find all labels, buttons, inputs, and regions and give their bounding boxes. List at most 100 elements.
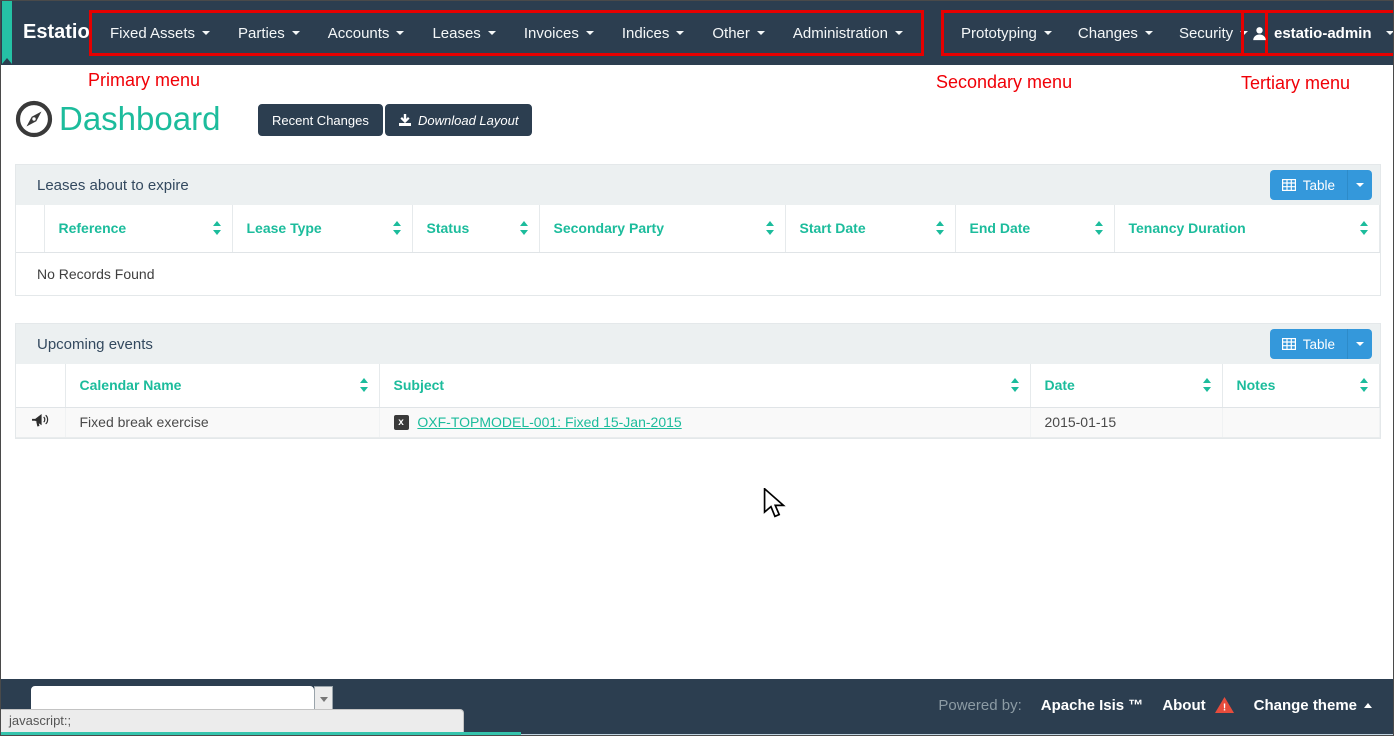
events-table-view-button[interactable]: Table	[1270, 329, 1372, 359]
megaphone-icon	[31, 413, 49, 428]
events-header-row: Calendar Name Subject Date Notes	[16, 364, 1380, 407]
nav-changes[interactable]: Changes	[1065, 25, 1166, 42]
table-icon	[1282, 179, 1296, 191]
column-header-reference[interactable]: Reference	[44, 205, 232, 252]
column-header-spacer	[16, 205, 44, 252]
footer: Powered by: Apache Isis ™ About ! Change…	[1, 679, 1393, 736]
chevron-down-icon	[1145, 31, 1153, 35]
events-panel-header: Upcoming events Table	[16, 324, 1380, 364]
bookmark-ribbon-icon	[2, 1, 12, 58]
nav-label: Security	[1179, 25, 1233, 42]
footer-links: Powered by: Apache Isis ™ About ! Change…	[938, 679, 1372, 731]
tertiary-menu-annotation-label: Tertiary menu	[1241, 73, 1350, 94]
event-source-badge[interactable]: x	[394, 415, 409, 430]
sort-icon[interactable]	[1011, 378, 1020, 392]
sort-icon[interactable]	[1360, 221, 1369, 235]
chevron-down-icon	[488, 31, 496, 35]
about-label: About	[1162, 697, 1205, 714]
event-subject-link[interactable]: OXF-TOPMODEL-001: Fixed 15-Jan-2015	[417, 414, 681, 430]
nav-indices[interactable]: Indices	[608, 25, 699, 42]
nav-other[interactable]: Other	[698, 25, 779, 42]
events-panel-title: Upcoming events	[37, 336, 153, 353]
event-table-row: Fixed break exercise x OXF-TOPMODEL-001:…	[16, 407, 1380, 437]
nav-administration[interactable]: Administration	[779, 25, 917, 42]
leases-panel-title: Leases about to expire	[37, 177, 189, 194]
change-theme-label: Change theme	[1254, 697, 1357, 714]
recent-changes-button[interactable]: Recent Changes	[258, 104, 383, 136]
sort-icon[interactable]	[393, 221, 402, 235]
primary-menu-annotation-label: Primary menu	[88, 70, 200, 91]
browser-status-bar: javascript:;	[1, 709, 464, 732]
download-layout-button[interactable]: Download Layout	[385, 104, 532, 136]
column-header-start-date[interactable]: Start Date	[785, 205, 955, 252]
secondary-menu-annotation-label: Secondary menu	[936, 72, 1072, 93]
nav-leases[interactable]: Leases	[418, 25, 509, 42]
column-header-calendar-name[interactable]: Calendar Name	[65, 364, 379, 407]
nav-label: Invoices	[524, 25, 579, 42]
sort-icon[interactable]	[1203, 378, 1212, 392]
sort-icon[interactable]	[520, 221, 529, 235]
warning-icon: !	[1214, 696, 1235, 714]
apache-isis-link[interactable]: Apache Isis ™	[1041, 697, 1144, 714]
sort-icon[interactable]	[213, 221, 222, 235]
nav-invoices[interactable]: Invoices	[510, 25, 608, 42]
about-link[interactable]: About !	[1162, 696, 1234, 714]
nav-label: Leases	[432, 25, 480, 42]
nav-parties[interactable]: Parties	[224, 25, 314, 42]
nav-label: Parties	[238, 25, 285, 42]
column-header-date[interactable]: Date	[1030, 364, 1222, 407]
leases-table-view-button[interactable]: Table	[1270, 170, 1372, 200]
nav-fixed-assets[interactable]: Fixed Assets	[96, 25, 224, 42]
primary-menu-annotation-box: Fixed Assets Parties Accounts Leases Inv…	[89, 10, 924, 56]
sort-icon[interactable]	[1095, 221, 1104, 235]
sort-icon[interactable]	[360, 378, 369, 392]
no-records-text: No Records Found	[16, 252, 1380, 295]
column-header-tenancy-duration[interactable]: Tenancy Duration	[1114, 205, 1380, 252]
chevron-down-icon	[1356, 183, 1364, 187]
table-button-label: Table	[1303, 337, 1335, 352]
download-layout-label: Download Layout	[418, 113, 518, 128]
estatio-dashboard-screen: Estatio Fixed Assets Parties Accounts Le…	[0, 0, 1394, 736]
chevron-down-icon	[757, 31, 765, 35]
event-subject-cell: x OXF-TOPMODEL-001: Fixed 15-Jan-2015	[379, 407, 1030, 437]
column-header-lease-type[interactable]: Lease Type	[232, 205, 412, 252]
user-menu[interactable]: estatio-admin	[1252, 25, 1394, 42]
nav-accounts[interactable]: Accounts	[314, 25, 419, 42]
leases-panel: Leases about to expire Table	[15, 164, 1381, 296]
bottom-teal-strip	[1, 732, 521, 736]
nav-label: Other	[712, 25, 750, 42]
event-date: 2015-01-15	[1030, 407, 1222, 437]
top-navbar: Estatio Fixed Assets Parties Accounts Le…	[1, 1, 1393, 65]
column-header-spacer	[16, 364, 65, 407]
table-view-dropdown[interactable]	[1347, 329, 1372, 359]
column-header-secondary-party[interactable]: Secondary Party	[539, 205, 785, 252]
events-table: Calendar Name Subject Date Notes	[16, 364, 1380, 438]
sort-icon[interactable]	[766, 221, 775, 235]
nav-prototyping[interactable]: Prototyping	[948, 25, 1065, 42]
table-view-dropdown[interactable]	[1347, 170, 1372, 200]
page-header: Dashboard	[14, 99, 220, 139]
nav-label: Fixed Assets	[110, 25, 195, 42]
chevron-down-icon	[396, 31, 404, 35]
column-header-end-date[interactable]: End Date	[955, 205, 1114, 252]
sort-icon[interactable]	[936, 221, 945, 235]
no-records-row: No Records Found	[16, 252, 1380, 295]
user-name: estatio-admin	[1274, 25, 1372, 42]
nav-label: Changes	[1078, 25, 1138, 42]
chevron-down-icon	[202, 31, 210, 35]
app-brand[interactable]: Estatio	[23, 1, 90, 65]
nav-label: Indices	[622, 25, 670, 42]
svg-text:!: !	[1222, 703, 1225, 714]
tertiary-menu-annotation-box: estatio-admin	[1241, 10, 1394, 56]
user-icon	[1252, 26, 1267, 41]
mouse-cursor	[763, 488, 789, 520]
page-title: Dashboard	[59, 100, 220, 138]
column-header-notes[interactable]: Notes	[1222, 364, 1380, 407]
sort-icon[interactable]	[1360, 378, 1369, 392]
column-header-status[interactable]: Status	[412, 205, 539, 252]
events-panel: Upcoming events Table	[15, 323, 1381, 439]
nav-label: Prototyping	[961, 25, 1037, 42]
event-icon-cell	[16, 407, 65, 437]
column-header-subject[interactable]: Subject	[379, 364, 1030, 407]
change-theme-link[interactable]: Change theme	[1254, 697, 1372, 714]
